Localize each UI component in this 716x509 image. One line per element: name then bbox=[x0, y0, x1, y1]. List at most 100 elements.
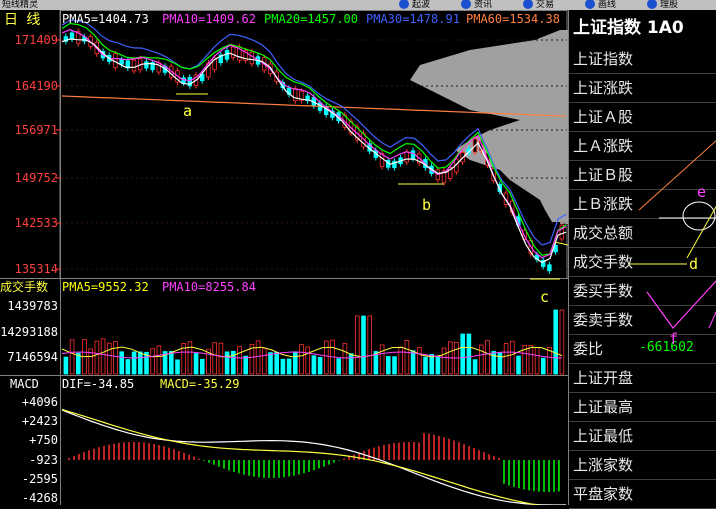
annotation-line-f bbox=[646, 280, 716, 329]
volume-bar bbox=[503, 343, 509, 375]
toolbar-button-2[interactable]: 资讯 bbox=[460, 0, 492, 10]
volume-bar bbox=[255, 340, 261, 375]
price-tick-label: 164190 bbox=[15, 79, 58, 93]
volume-bar bbox=[94, 340, 100, 375]
price-tick-label: 149752 bbox=[15, 171, 58, 185]
volume-bar bbox=[107, 342, 112, 375]
toolbar-left-label[interactable]: 短线精灵 bbox=[2, 0, 38, 10]
volume-bar bbox=[261, 348, 267, 375]
annotation-c: c bbox=[540, 288, 549, 306]
macd-tick-label: +4096 bbox=[22, 395, 58, 409]
quote-sidebar: 上证指数 1A0 上证指数 上证涨跌 上证Ａ股 上Ａ涨跌 上证Ｂ股 上Ｂ涨跌 成交总额 成交手… bbox=[568, 10, 716, 509]
toolbar-button-3[interactable]: 交易 bbox=[522, 0, 554, 10]
ma-legend-item: PMA30=1478.91 bbox=[366, 12, 460, 26]
volume-bar bbox=[274, 351, 279, 375]
volume-bar bbox=[168, 350, 174, 375]
macd-tick-label: -4268 bbox=[22, 491, 58, 505]
chip-distribution-profile bbox=[410, 30, 568, 222]
volume-bar bbox=[423, 356, 428, 375]
volume-bar bbox=[478, 344, 484, 375]
volume-bar bbox=[137, 351, 143, 375]
volume-bar bbox=[224, 351, 230, 375]
volume-bars bbox=[63, 309, 565, 375]
candle-body bbox=[144, 61, 149, 69]
ma-legend-item: PMA20=1457.00 bbox=[264, 12, 358, 26]
volume-bar bbox=[69, 339, 75, 375]
annotation-e: e bbox=[697, 183, 706, 201]
price-tick-label: 135314 bbox=[15, 262, 58, 276]
annotation-d: d bbox=[689, 255, 698, 273]
volume-bar bbox=[472, 359, 478, 375]
annotation-line-f2 bbox=[708, 311, 716, 329]
ma-legend-item: PMA5=1404.73 bbox=[62, 12, 149, 26]
macd-axis-labels: +4096 +2423 +750 -923 -2595 -4268 bbox=[22, 395, 58, 505]
volume-bar bbox=[392, 356, 397, 375]
volume-bar bbox=[286, 358, 292, 375]
volume-bar bbox=[348, 353, 354, 375]
macd-tick-label: +2423 bbox=[22, 414, 58, 428]
volume-bar bbox=[385, 356, 391, 375]
toolbar-icon bbox=[399, 0, 409, 9]
volume-tick-label: 14293188 bbox=[0, 325, 58, 339]
volume-bar bbox=[361, 315, 366, 375]
volume-bar bbox=[342, 343, 348, 375]
macd-histogram bbox=[68, 432, 560, 492]
volume-bar bbox=[354, 315, 360, 375]
volume-bar bbox=[317, 356, 323, 375]
volume-tick-label: 1439783 bbox=[7, 299, 58, 313]
candle-body bbox=[249, 51, 254, 65]
toolbar-icon bbox=[461, 0, 471, 9]
ma-legend-item: PMA60=1534.38 bbox=[466, 12, 560, 26]
volume-bar bbox=[125, 359, 131, 375]
volume-bar bbox=[119, 351, 125, 375]
candle-body bbox=[131, 59, 137, 72]
volume-bar bbox=[187, 341, 193, 375]
candle-body bbox=[292, 88, 298, 102]
volume-bar bbox=[150, 348, 156, 375]
volume-bar bbox=[113, 341, 118, 375]
volume-bar bbox=[305, 346, 310, 375]
volume-bar bbox=[466, 333, 472, 375]
macd-tick-label: +750 bbox=[29, 433, 58, 447]
sidebar-overlay-drawing: e d f bbox=[629, 140, 716, 348]
volume-bar bbox=[559, 309, 565, 375]
volume-bar bbox=[323, 340, 329, 375]
toolbar-button-5[interactable]: 理股 bbox=[646, 0, 678, 10]
stock-chart[interactable]: a b c 日 线 PMA5=1404.73 PMA10=1409.62 PMA20… bbox=[0, 10, 568, 505]
volume-bar bbox=[193, 353, 199, 375]
toolbar-button-1[interactable]: 起波 bbox=[398, 0, 430, 10]
volume-tick-label: 7146594 bbox=[7, 350, 58, 364]
price-tick-label: 156971 bbox=[15, 123, 58, 137]
candle-body bbox=[119, 59, 124, 65]
volume-bar bbox=[528, 345, 534, 375]
macd-tick-label: -2595 bbox=[22, 472, 58, 486]
volume-bar bbox=[541, 357, 546, 375]
volume-bar bbox=[534, 347, 540, 375]
volume-bar bbox=[199, 358, 205, 375]
volume-bar bbox=[237, 345, 242, 375]
volume-bar bbox=[509, 340, 515, 375]
volume-bar bbox=[268, 352, 273, 375]
candle-body bbox=[410, 150, 416, 160]
candle-body bbox=[69, 32, 75, 40]
volume-bar bbox=[416, 347, 422, 375]
volume-bar bbox=[367, 315, 372, 375]
candle-body bbox=[404, 151, 409, 163]
volume-bar bbox=[404, 340, 410, 375]
volume-bar bbox=[553, 309, 558, 375]
volume-bar bbox=[100, 338, 106, 375]
trend-line-d bbox=[554, 241, 568, 246]
volume-bar bbox=[299, 344, 304, 375]
volume-bar bbox=[379, 344, 385, 375]
volume-bar bbox=[398, 346, 403, 375]
toolbar-button-4[interactable]: 画线 bbox=[584, 0, 616, 10]
candle-body bbox=[230, 46, 236, 58]
annotation-line-e bbox=[686, 205, 716, 259]
annotations bbox=[176, 93, 568, 280]
period-label: 日 线 bbox=[4, 12, 40, 28]
macd-tick-label: -923 bbox=[29, 453, 58, 467]
volume-axis-labels: 1439783 14293188 7146594 bbox=[0, 299, 58, 364]
volume-bar bbox=[410, 350, 416, 375]
volume-bar bbox=[336, 358, 341, 375]
volume-bar bbox=[175, 359, 180, 375]
